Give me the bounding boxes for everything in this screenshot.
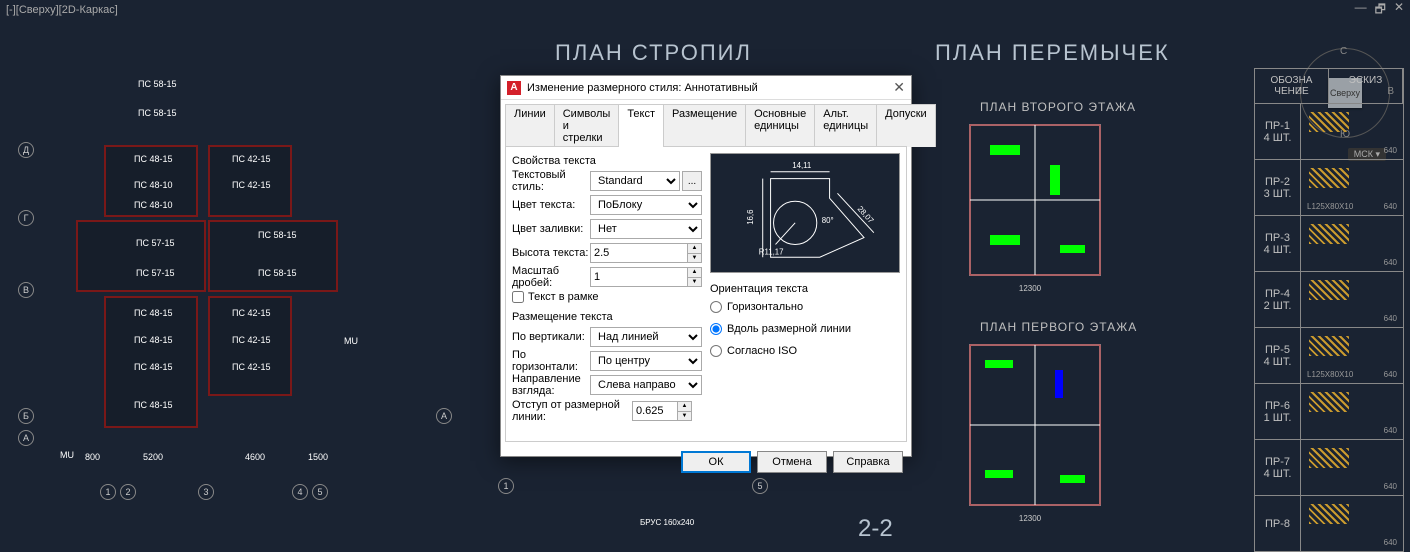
subtitle-floor1: ПЛАН ПЕРВОГО ЭТАЖА bbox=[980, 320, 1137, 334]
table-row: ПР-42 ШТ.640 bbox=[1254, 272, 1404, 328]
table-row: ПР-74 ШТ.640 bbox=[1254, 440, 1404, 496]
radio-iso[interactable] bbox=[710, 345, 722, 357]
table-row: ПР-61 ШТ.640 bbox=[1254, 384, 1404, 440]
table-row: ПР-14 ШТ.640 bbox=[1254, 104, 1404, 160]
subtitle-floor2: ПЛАН ВТОРОГО ЭТАЖА bbox=[980, 100, 1136, 114]
horiz-align-select[interactable]: По центру bbox=[590, 351, 702, 371]
group-placement: Размещение текста bbox=[512, 311, 702, 323]
group-text-props: Свойства текста bbox=[512, 155, 702, 167]
radio-horizontal[interactable] bbox=[710, 301, 722, 313]
group-orientation: Ориентация текста bbox=[710, 283, 900, 295]
svg-text:80°: 80° bbox=[822, 216, 834, 225]
direction-select[interactable]: Слева направо bbox=[590, 375, 702, 395]
tab-символы-и-стрелки[interactable]: Символы и стрелки bbox=[554, 104, 620, 147]
frac-scale-input[interactable] bbox=[590, 267, 687, 287]
text-style-select[interactable]: Standard bbox=[590, 171, 680, 191]
spin-up[interactable]: ▲ bbox=[678, 402, 691, 412]
text-color-select[interactable]: ПоБлоку bbox=[590, 195, 702, 215]
axis-v: В bbox=[18, 282, 34, 298]
help-button[interactable]: Справка bbox=[833, 451, 903, 473]
dialog-title: Изменение размерного стиля: Аннотативный bbox=[527, 82, 758, 94]
beam-note: БРУС 160х240 bbox=[640, 518, 694, 527]
drawing-title-rafters: ПЛАН СТРОПИЛ bbox=[555, 40, 752, 66]
axis-d: Д bbox=[18, 142, 34, 158]
minimize-button[interactable]: — bbox=[1355, 0, 1367, 21]
svg-text:14,11: 14,11 bbox=[792, 161, 811, 170]
text-frame-checkbox[interactable] bbox=[512, 291, 524, 303]
table-row: ПР-8640 bbox=[1254, 496, 1404, 552]
tab-основные-единицы[interactable]: Основные единицы bbox=[745, 104, 815, 147]
tab-текст[interactable]: Текст bbox=[618, 104, 664, 147]
miniplan-floor1: 12300 bbox=[960, 335, 1110, 530]
svg-text:12300: 12300 bbox=[1019, 284, 1042, 293]
drawing-title-lintels: ПЛАН ПЕРЕМЫЧЕК bbox=[935, 40, 1170, 66]
axis-b: Б bbox=[18, 408, 34, 424]
spin-up[interactable]: ▲ bbox=[688, 268, 701, 278]
table-row: ПР-54 ШТ.L125X80X10640 bbox=[1254, 328, 1404, 384]
section-label: 2-2 bbox=[858, 515, 893, 543]
autocad-icon: A bbox=[507, 81, 521, 95]
svg-text:12300: 12300 bbox=[1019, 514, 1042, 523]
svg-text:16,6: 16,6 bbox=[746, 209, 755, 225]
tab-линии[interactable]: Линии bbox=[505, 104, 555, 147]
cancel-button[interactable]: Отмена bbox=[757, 451, 827, 473]
dialog-close-icon[interactable]: ✕ bbox=[893, 79, 905, 96]
table-row: ПР-34 ШТ.640 bbox=[1254, 216, 1404, 272]
lintel-table: ОБОЗНА ЧЕНИЕ ЭСКИЗ ПР-14 ШТ.640ПР-23 ШТ.… bbox=[1254, 68, 1404, 552]
axis-2: 2 bbox=[120, 484, 136, 500]
dialog-titlebar[interactable]: A Изменение размерного стиля: Аннотативн… bbox=[501, 76, 911, 100]
close-button[interactable]: ✕ bbox=[1394, 0, 1404, 21]
offset-input[interactable] bbox=[632, 401, 677, 421]
vert-align-select[interactable]: Над линией bbox=[590, 327, 702, 347]
tab-допуски[interactable]: Допуски bbox=[876, 104, 935, 147]
axis-3: 3 bbox=[198, 484, 214, 500]
spin-up[interactable]: ▲ bbox=[688, 244, 701, 254]
spin-down[interactable]: ▼ bbox=[688, 254, 701, 263]
axis-4: 4 bbox=[292, 484, 308, 500]
col-id-header: ОБОЗНА ЧЕНИЕ bbox=[1255, 69, 1329, 103]
window-title: [-][Сверху][2D-Каркас] bbox=[6, 4, 118, 16]
restore-button[interactable]: 🗗 bbox=[1375, 0, 1386, 21]
svg-text:28,07: 28,07 bbox=[856, 204, 876, 225]
text-style-browse-button[interactable]: ... bbox=[682, 171, 702, 191]
axis-5: 5 bbox=[312, 484, 328, 500]
spin-down[interactable]: ▼ bbox=[678, 412, 691, 421]
tab-размещение[interactable]: Размещение bbox=[663, 104, 746, 147]
axis-1: 1 bbox=[100, 484, 116, 500]
radio-along-line[interactable] bbox=[710, 323, 722, 335]
svg-text:R11,17: R11,17 bbox=[759, 247, 784, 256]
spin-down[interactable]: ▼ bbox=[688, 278, 701, 287]
dimstyle-preview: 14,11 16,6 28,07 80° R11,17 bbox=[710, 153, 900, 273]
ok-button[interactable]: ОК bbox=[681, 451, 751, 473]
fill-color-select[interactable]: Нет bbox=[590, 219, 702, 239]
title-bar: [-][Сверху][2D-Каркас] — 🗗 ✕ bbox=[0, 0, 1410, 20]
table-row: ПР-23 ШТ.L125X80X10640 bbox=[1254, 160, 1404, 216]
miniplan-floor2: 12300 bbox=[960, 115, 1110, 300]
axis-g: Г bbox=[18, 210, 34, 226]
tab-альт.-единицы[interactable]: Альт. единицы bbox=[814, 104, 877, 147]
col-sketch-header: ЭСКИЗ bbox=[1329, 69, 1403, 103]
dimstyle-dialog: A Изменение размерного стиля: Аннотативн… bbox=[500, 75, 912, 457]
text-height-input[interactable] bbox=[590, 243, 687, 263]
dialog-tabs: ЛинииСимволы и стрелкиТекстРазмещениеОсн… bbox=[501, 100, 911, 147]
axis-a: А bbox=[18, 430, 34, 446]
